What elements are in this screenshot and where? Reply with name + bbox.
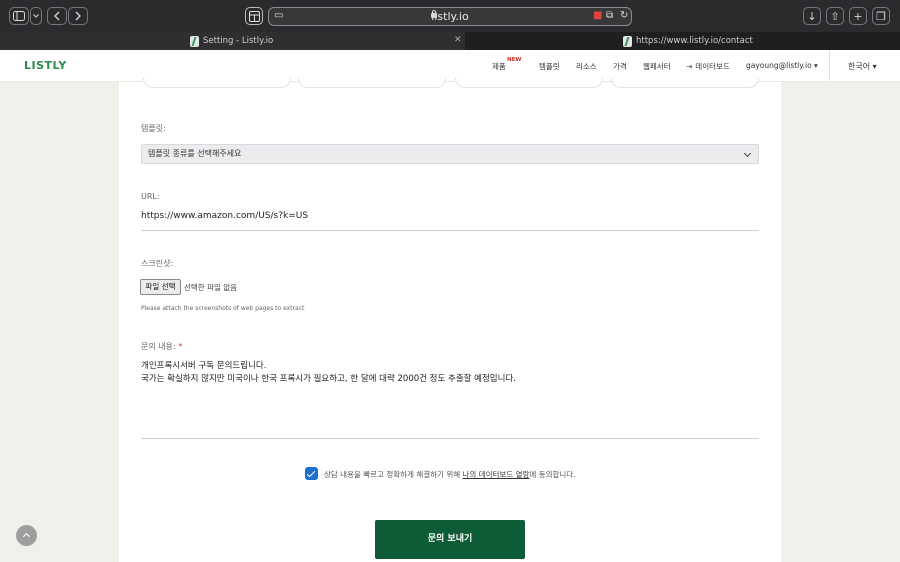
url-input[interactable]: https://www.amazon.com/US/s?k=US (141, 208, 759, 231)
message-line: 국가는 확실하지 않지만 미국이나 한국 프록시가 필요하고, 한 달에 대략 … (141, 374, 516, 384)
category-pill[interactable] (611, 78, 759, 88)
back-icon[interactable] (47, 7, 67, 25)
reload-icon[interactable]: ↻ (620, 10, 628, 21)
new-badge: NEW (507, 57, 522, 63)
nav-item-templates[interactable]: 템플릿 (539, 61, 560, 72)
site-header: LISTLY 제품 NEW 템플릿 리소스 가격 웹페서터 ⇥ 데이터보드 gay… (0, 50, 900, 82)
tab-bar: Setting - Listly.io ✕ https://www.listly… (0, 32, 900, 50)
tab-settings[interactable]: Setting - Listly.io ✕ (0, 32, 465, 50)
screenshot-label: 스크린샷: (141, 259, 174, 268)
tab-contact[interactable]: https://www.listly.io/contact (623, 32, 823, 50)
close-tab-icon[interactable]: ✕ (454, 35, 462, 45)
file-help-text: Please attach the screenshots of web pag… (141, 305, 305, 312)
nav-item-resources[interactable]: 리소스 (576, 61, 597, 72)
message-line: 개인프록시서버 구독 문의드립니다. (141, 361, 267, 371)
scroll-top-icon[interactable] (16, 525, 37, 546)
tab-title: https://www.listly.io/contact (636, 36, 753, 46)
databoard-link[interactable]: 나의 데이터보드 열람 (463, 470, 530, 479)
category-pill[interactable] (455, 78, 603, 88)
category-pill[interactable] (143, 78, 291, 88)
listly-logo[interactable]: LISTLY (24, 59, 67, 72)
address-host: listly.io (431, 10, 469, 23)
url-label: URL: (141, 192, 160, 201)
download-icon[interactable]: ↓ (803, 7, 821, 25)
consent-text: 상담 내용을 빠르고 정확하게 해결하기 위해 나의 데이터보드 열람에 동의합… (324, 470, 576, 479)
tabs-icon[interactable]: ❐ (872, 7, 890, 25)
new-tab-icon[interactable]: + (849, 7, 867, 25)
template-label: 템플릿: (141, 124, 166, 133)
file-status: 선택한 파일 없음 (184, 283, 238, 292)
login-icon: ⇥ (686, 62, 693, 71)
browser-toolbar: ▭ listly.io ■ ⧉ ↻ ↓ ⇧ + ❐ (0, 0, 900, 32)
listly-favicon-icon (623, 35, 632, 47)
file-choose-button[interactable]: 파일 선택 (140, 279, 181, 295)
consent-checkbox[interactable] (305, 467, 318, 480)
template-select[interactable]: 템플릿 종류를 선택해주세요 (141, 144, 759, 164)
chevron-down-icon (743, 149, 752, 158)
sidebar-icon[interactable] (9, 7, 29, 25)
category-pill[interactable] (298, 78, 446, 88)
chevron-down-icon[interactable] (30, 7, 42, 25)
divider (829, 50, 830, 82)
camera-icon[interactable]: ■ (593, 10, 602, 21)
required-mark: * (178, 342, 183, 351)
submit-button[interactable]: 문의 보내기 (375, 520, 525, 559)
tab-overview-icon[interactable] (245, 7, 263, 25)
user-menu[interactable]: gayoung@listly.io ▾ (746, 61, 818, 70)
nav-item-products[interactable]: 제품 NEW (492, 57, 521, 72)
listly-favicon-icon (190, 35, 199, 47)
message-label: 문의 내용: * (141, 342, 183, 351)
tab-title: Setting - Listly.io (203, 36, 274, 46)
nav-item-webscheduler[interactable]: 웹페서터 (643, 61, 671, 72)
nav-item-pricing[interactable]: 가격 (613, 61, 627, 72)
address-bar[interactable]: ▭ listly.io ■ ⧉ ↻ (268, 7, 632, 26)
language-select[interactable]: 한국어 ▾ (848, 61, 877, 72)
message-textarea[interactable]: 개인프록시서버 구독 문의드립니다. 국가는 확실하지 않지만 미국이나 한국 … (141, 360, 759, 439)
translate-icon[interactable]: ⧉ (606, 10, 613, 21)
share-icon[interactable]: ⇧ (826, 7, 844, 25)
forward-icon[interactable] (68, 7, 88, 25)
nav-item-databoard[interactable]: ⇥ 데이터보드 (686, 61, 730, 72)
